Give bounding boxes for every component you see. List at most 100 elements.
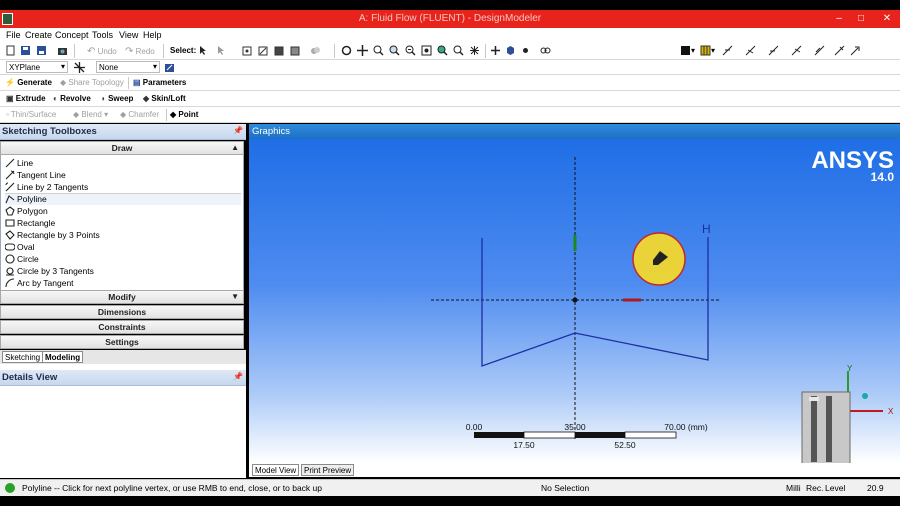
origin-point xyxy=(572,297,578,303)
minimize-button[interactable]: – xyxy=(832,12,846,25)
graphics-title: Graphics xyxy=(252,126,291,137)
draw-group-header[interactable]: Draw ▲ xyxy=(0,141,244,155)
maximize-button[interactable]: □ xyxy=(854,12,868,25)
draw-tool-polygon[interactable]: Polygon xyxy=(5,205,241,217)
parameters-button[interactable]: ▤ Parameters xyxy=(133,78,186,87)
extend-select-icon[interactable] xyxy=(310,45,321,56)
sketch-tool-3-icon[interactable] xyxy=(768,45,779,56)
point-display-icon[interactable] xyxy=(520,45,531,56)
draw-tool-label: Polygon xyxy=(17,206,48,216)
generate-button[interactable]: ⚡ Generate xyxy=(5,78,52,87)
draw-tool-oval[interactable]: Oval xyxy=(5,241,241,253)
zoom-icon[interactable] xyxy=(373,45,384,56)
display-edges-icon[interactable] xyxy=(700,45,711,56)
menu-create[interactable]: Create xyxy=(25,30,52,40)
menu-tools[interactable]: Tools xyxy=(92,30,113,40)
select-mode-icon[interactable] xyxy=(198,45,209,56)
modify-group-header[interactable]: Modify ▼ xyxy=(0,290,244,304)
camera-icon[interactable] xyxy=(57,45,68,56)
triad-icon[interactable] xyxy=(490,45,501,56)
zoom-to-fit-icon[interactable] xyxy=(421,45,432,56)
letterbox-bottom xyxy=(0,496,900,506)
menu-help[interactable]: Help xyxy=(143,30,162,40)
menu-file[interactable]: File xyxy=(6,30,21,40)
draw-tool-circle[interactable]: Circle xyxy=(5,253,241,265)
look-at-icon[interactable] xyxy=(540,45,551,56)
redo-button[interactable]: ↷ Redo xyxy=(125,46,155,57)
zoom-box-icon[interactable] xyxy=(389,45,400,56)
draw-tool-rectangle[interactable]: Rectangle xyxy=(5,217,241,229)
magnifier-icon[interactable] xyxy=(437,45,448,56)
edge-select-icon[interactable] xyxy=(258,45,269,56)
display-dropdown-arrow[interactable]: ▾ xyxy=(691,46,695,55)
tab-sketching[interactable]: Sketching xyxy=(2,351,44,363)
draw-tool-line-by-2-tangents[interactable]: Line by 2 Tangents xyxy=(5,181,241,193)
body-select-icon[interactable] xyxy=(290,45,301,56)
constraints-group-header[interactable]: Constraints xyxy=(0,320,244,334)
triad-iso-ball[interactable] xyxy=(862,393,868,399)
edges-dropdown-arrow[interactable]: ▾ xyxy=(711,46,715,55)
skin-loft-button[interactable]: ◆ Skin/Loft xyxy=(143,94,186,103)
tab-modeling[interactable]: Modeling xyxy=(42,351,84,363)
sketch-tool-4-icon[interactable] xyxy=(791,45,802,56)
rotate-icon[interactable] xyxy=(341,45,352,56)
select-filter-icon[interactable] xyxy=(216,45,227,56)
sketch-select[interactable]: None ▾ xyxy=(96,61,160,73)
dimensions-group-header[interactable]: Dimensions xyxy=(0,305,244,319)
draw-tool-circle-by-3-tangents[interactable]: Circle by 3 Tangents xyxy=(5,265,241,277)
sketch-tool-5-icon[interactable] xyxy=(814,45,825,56)
revolve-button[interactable]: ◐ Revolve xyxy=(53,94,91,103)
draw-tool-tangent-line[interactable]: Tangent Line xyxy=(5,169,241,181)
graphics-viewport[interactable]: ANSYS 14.0 H 0.00 35.00 70.00 (mm) 17.50… xyxy=(249,139,900,463)
new-plane-icon[interactable] xyxy=(74,62,85,73)
draw-tool-label: Circle by 3 Tangents xyxy=(17,266,94,276)
previous-view-icon[interactable] xyxy=(453,45,464,56)
pin-icon[interactable]: 📌 xyxy=(233,126,243,135)
units-status: Milli xyxy=(786,483,801,493)
menu-view[interactable]: View xyxy=(119,30,138,40)
draw-tool-line[interactable]: Line xyxy=(5,157,241,169)
display-box-icon[interactable] xyxy=(680,45,691,56)
face-select-icon[interactable] xyxy=(274,45,285,56)
sketch-tool-1-icon[interactable] xyxy=(722,45,733,56)
zoom-fit-icon[interactable] xyxy=(405,45,416,56)
save-as-icon[interactable] xyxy=(36,45,47,56)
chamfer-button[interactable]: ◆ Chamfer xyxy=(120,110,159,119)
extrude-button[interactable]: ▣ Extrude xyxy=(6,94,46,103)
level-knob[interactable] xyxy=(809,397,819,401)
draw-tool-polyline[interactable]: Polyline xyxy=(5,193,241,205)
pin-icon[interactable]: 📌 xyxy=(233,372,243,381)
close-button[interactable]: ✕ xyxy=(880,12,894,25)
create-toolbar: ▣ Extrude ◐ Revolve ◗ Sweep ◆ Skin/Loft xyxy=(0,91,900,107)
undo-button[interactable]: ↶ Undo xyxy=(87,46,117,57)
details-view-body xyxy=(0,386,246,478)
menu-concept[interactable]: Concept xyxy=(55,30,89,40)
tab-model-view[interactable]: Model View xyxy=(252,464,300,476)
sketch-tool-7-icon[interactable] xyxy=(850,45,861,56)
sketch-tool-6-icon[interactable] xyxy=(834,45,845,56)
point-select-icon[interactable] xyxy=(242,45,253,56)
title-bar: A: Fluid Flow (FLUENT) - DesignModeler –… xyxy=(0,10,900,28)
expand-icon: ▼ xyxy=(231,292,239,301)
point-button[interactable]: ◆ Point xyxy=(170,110,198,119)
draw-tool-label: Line by 2 Tangents xyxy=(17,182,89,192)
sweep-button[interactable]: ◗ Sweep xyxy=(101,94,133,103)
cube-view-icon[interactable] xyxy=(505,45,516,56)
save-icon[interactable] xyxy=(20,45,31,56)
new-icon[interactable] xyxy=(5,45,16,56)
tab-print-preview[interactable]: Print Preview xyxy=(301,464,355,476)
sketch-canvas[interactable]: ANSYS 14.0 H 0.00 35.00 70.00 (mm) 17.50… xyxy=(249,139,900,463)
settings-group-header[interactable]: Settings xyxy=(0,335,244,349)
share-topology-button[interactable]: ◆ Share Topology xyxy=(60,78,124,87)
ruler-segment-1 xyxy=(474,432,524,438)
thin-surface-button[interactable]: ▫ Thin/Surface xyxy=(6,110,56,119)
sketch-tool-2-icon[interactable] xyxy=(745,45,756,56)
blend-button[interactable]: ◆ Blend ▾ xyxy=(73,110,108,119)
draw-tool-rectangle-by-3-points[interactable]: Rectangle by 3 Points xyxy=(5,229,241,241)
plane-select[interactable]: XYPlane ▾ xyxy=(6,61,68,73)
pan-icon[interactable] xyxy=(357,45,368,56)
ansys-version: 14.0 xyxy=(871,170,895,184)
next-view-icon[interactable] xyxy=(469,45,480,56)
draw-tool-arc-by-tangent[interactable]: Arc by Tangent xyxy=(5,277,241,289)
new-sketch-icon[interactable] xyxy=(164,62,175,73)
